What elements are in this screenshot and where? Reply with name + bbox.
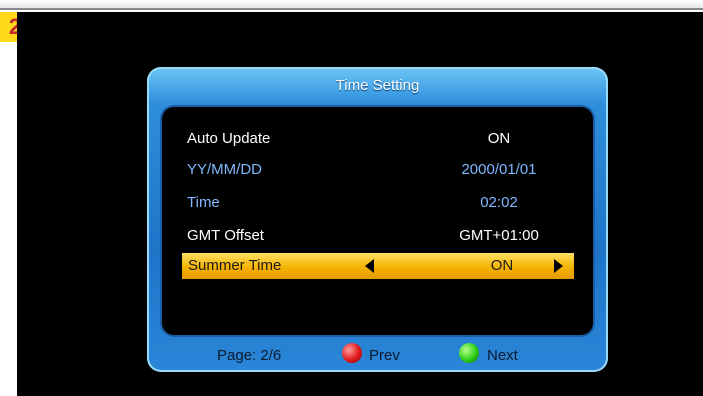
row-value: GMT+01:00	[459, 227, 539, 244]
row-label: YY/MM/DD	[187, 161, 262, 178]
row-value: 2000/01/01	[461, 161, 537, 178]
row-date[interactable]: YY/MM/DD 2000/01/01	[187, 160, 591, 180]
row-value: ON	[487, 130, 511, 147]
top-bar	[0, 0, 703, 10]
tv-screen: Time Setting Auto Update ON YY/MM/DD 200…	[17, 12, 703, 396]
row-label: Summer Time	[188, 257, 282, 274]
arrow-right-icon[interactable]	[554, 259, 563, 273]
row-auto-update[interactable]: Auto Update ON	[187, 129, 591, 149]
row-gmt-offset[interactable]: GMT Offset GMT+01:00	[187, 226, 591, 246]
row-value: 02:02	[480, 194, 518, 211]
settings-list: Auto Update ON YY/MM/DD 2000/01/01 Time …	[162, 107, 593, 335]
next-button[interactable]: Next	[487, 347, 518, 364]
panel-title: Time Setting	[335, 77, 420, 94]
prev-button[interactable]: Prev	[369, 347, 400, 364]
page-indicator: Page: 2/6	[217, 347, 282, 364]
row-label: Time	[187, 194, 220, 211]
row-label: GMT Offset	[187, 227, 264, 244]
row-value: ON	[490, 257, 514, 274]
row-summer-time[interactable]: Summer Time ON	[182, 253, 574, 279]
footer-bar: Page: 2/6 Prev Next	[147, 337, 608, 367]
red-button-icon[interactable]	[342, 343, 362, 363]
time-setting-panel: Time Setting Auto Update ON YY/MM/DD 200…	[147, 67, 608, 372]
green-button-icon[interactable]	[459, 343, 479, 363]
arrow-left-icon[interactable]	[365, 259, 374, 273]
row-time[interactable]: Time 02:02	[187, 193, 591, 213]
row-label: Auto Update	[187, 130, 271, 147]
